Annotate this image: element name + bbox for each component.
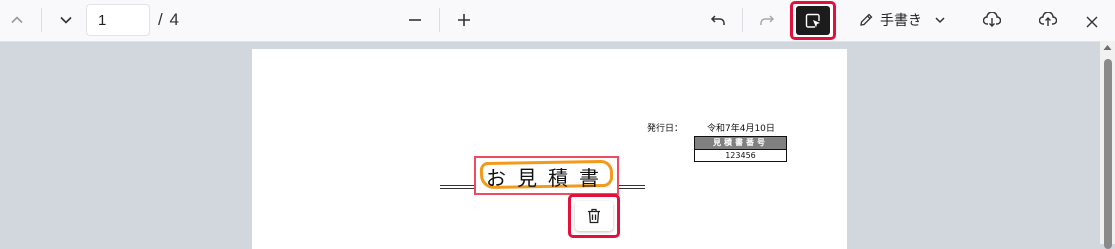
toolbar-divider	[41, 8, 42, 32]
draw-tool-button[interactable]: 手書き	[852, 5, 952, 35]
select-tool-inner	[796, 6, 830, 35]
trash-icon	[588, 208, 600, 224]
page-total: / 4	[158, 10, 180, 29]
pdf-toolbar: / 4 手書き	[0, 0, 1115, 42]
chevron-down-icon	[935, 17, 945, 24]
undo-icon	[710, 15, 725, 25]
zoom-in-button[interactable]	[449, 5, 479, 35]
chevron-down-icon	[60, 16, 72, 24]
select-cursor-icon	[805, 13, 820, 28]
scrollbar-thumb[interactable]	[1104, 59, 1112, 249]
issue-date-label: 発行日：	[647, 124, 684, 134]
plus-icon	[458, 14, 470, 26]
delete-button-inner	[575, 201, 613, 231]
select-tool-button[interactable]	[790, 1, 836, 40]
quote-number-box: 見積書番号 123456	[694, 136, 787, 162]
download-icon	[983, 12, 1001, 27]
redo-button[interactable]	[752, 5, 782, 35]
upload-icon	[1039, 12, 1057, 26]
next-page-button[interactable]	[51, 5, 81, 35]
scroll-up-arrow-icon[interactable]	[1103, 44, 1112, 51]
selected-annotation[interactable]: お見積書	[474, 156, 619, 195]
quote-number-value: 123456	[695, 149, 786, 161]
delete-annotation-button[interactable]	[568, 194, 620, 238]
issue-date-value: 令和7年4月10日	[707, 124, 775, 134]
redo-icon	[760, 15, 775, 25]
zoom-out-button[interactable]	[400, 5, 430, 35]
upload-button[interactable]	[1033, 5, 1063, 35]
close-button[interactable]	[1077, 7, 1107, 37]
toolbar-divider	[742, 8, 743, 32]
draw-tool-label: 手書き	[880, 12, 922, 28]
chevron-up-icon	[11, 16, 23, 24]
pen-icon	[860, 13, 873, 26]
pdf-page: 発行日： 令和7年4月10日 見積書番号 123456 お見積書	[252, 49, 847, 249]
toolbar-divider	[439, 8, 440, 32]
vertical-scrollbar[interactable]	[1100, 41, 1115, 249]
download-button[interactable]	[977, 5, 1007, 35]
document-title: お見積書	[486, 166, 610, 190]
close-icon	[1086, 16, 1098, 28]
undo-button[interactable]	[703, 5, 733, 35]
page-number-input[interactable]	[86, 4, 150, 36]
quote-number-header: 見積書番号	[695, 137, 786, 149]
previous-page-button[interactable]	[2, 5, 32, 35]
minus-icon	[409, 19, 421, 21]
